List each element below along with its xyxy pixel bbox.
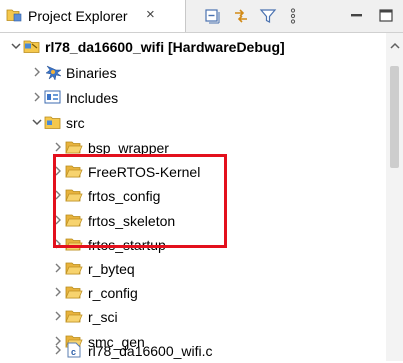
- chevron-right-icon[interactable]: [52, 310, 64, 322]
- folder-label: r_sci: [88, 309, 118, 325]
- chevron-right-icon[interactable]: [31, 91, 43, 103]
- includes-icon: [44, 89, 62, 105]
- chevron-right-icon[interactable]: [52, 262, 64, 274]
- chevron-down-icon[interactable]: [31, 116, 43, 128]
- folder-label: r_byteq: [88, 261, 135, 277]
- tree-item-folder[interactable]: r_byteq: [0, 257, 385, 281]
- includes-label: Includes: [66, 90, 119, 106]
- folder-icon: [65, 284, 83, 300]
- maximize-icon[interactable]: [377, 7, 395, 25]
- binaries-label: Binaries: [66, 65, 117, 81]
- project-explorer-icon: [6, 8, 23, 23]
- binaries-icon: [44, 64, 62, 81]
- view-menu-icon[interactable]: [284, 7, 302, 25]
- scroll-up-icon[interactable]: [390, 41, 400, 53]
- chevron-right-icon[interactable]: [52, 141, 64, 153]
- minimize-icon[interactable]: [348, 7, 366, 25]
- chevron-down-icon[interactable]: [10, 40, 22, 52]
- tree-item-folder[interactable]: r_sci: [0, 305, 385, 329]
- project-label: rl78_da16600_wifi [HardwareDebug]: [45, 39, 285, 55]
- tree-item-src[interactable]: src: [0, 111, 385, 135]
- chevron-right-icon[interactable]: [31, 66, 43, 78]
- close-icon[interactable]: ×: [146, 6, 155, 23]
- folder-label: r_config: [88, 285, 138, 301]
- highlight-box: [53, 154, 227, 248]
- tree-item-c-file[interactable]: c rl78_da16600_wifi.c: [0, 339, 385, 363]
- tree-item-folder[interactable]: r_config: [0, 281, 385, 305]
- vertical-scrollbar[interactable]: [386, 33, 403, 361]
- project-explorer-tab[interactable]: Project Explorer ×: [0, 0, 186, 32]
- c-file-label: rl78_da16600_wifi.c: [88, 343, 213, 359]
- link-with-editor-icon[interactable]: [232, 7, 250, 25]
- view-tab-bar: Project Explorer ×: [0, 0, 403, 33]
- chevron-right-icon[interactable]: [52, 344, 64, 356]
- tree-item-includes[interactable]: Includes: [0, 86, 385, 110]
- folder-icon: [65, 308, 83, 324]
- svg-text:c: c: [71, 347, 76, 357]
- folder-icon: [65, 260, 83, 276]
- chevron-right-icon[interactable]: [52, 286, 64, 298]
- tree-item-binaries[interactable]: Binaries: [0, 61, 385, 85]
- filter-icon[interactable]: [259, 7, 277, 25]
- project-icon: [23, 38, 41, 54]
- view-title: Project Explorer: [28, 8, 128, 24]
- src-label: src: [66, 115, 85, 131]
- scrollbar-thumb[interactable]: [390, 66, 399, 168]
- collapse-all-icon[interactable]: [204, 7, 222, 25]
- source-folder-icon: [44, 114, 62, 130]
- tree-item-project[interactable]: rl78_da16600_wifi [HardwareDebug]: [0, 35, 385, 59]
- folder-icon: [65, 139, 83, 155]
- c-file-icon: c: [65, 342, 83, 358]
